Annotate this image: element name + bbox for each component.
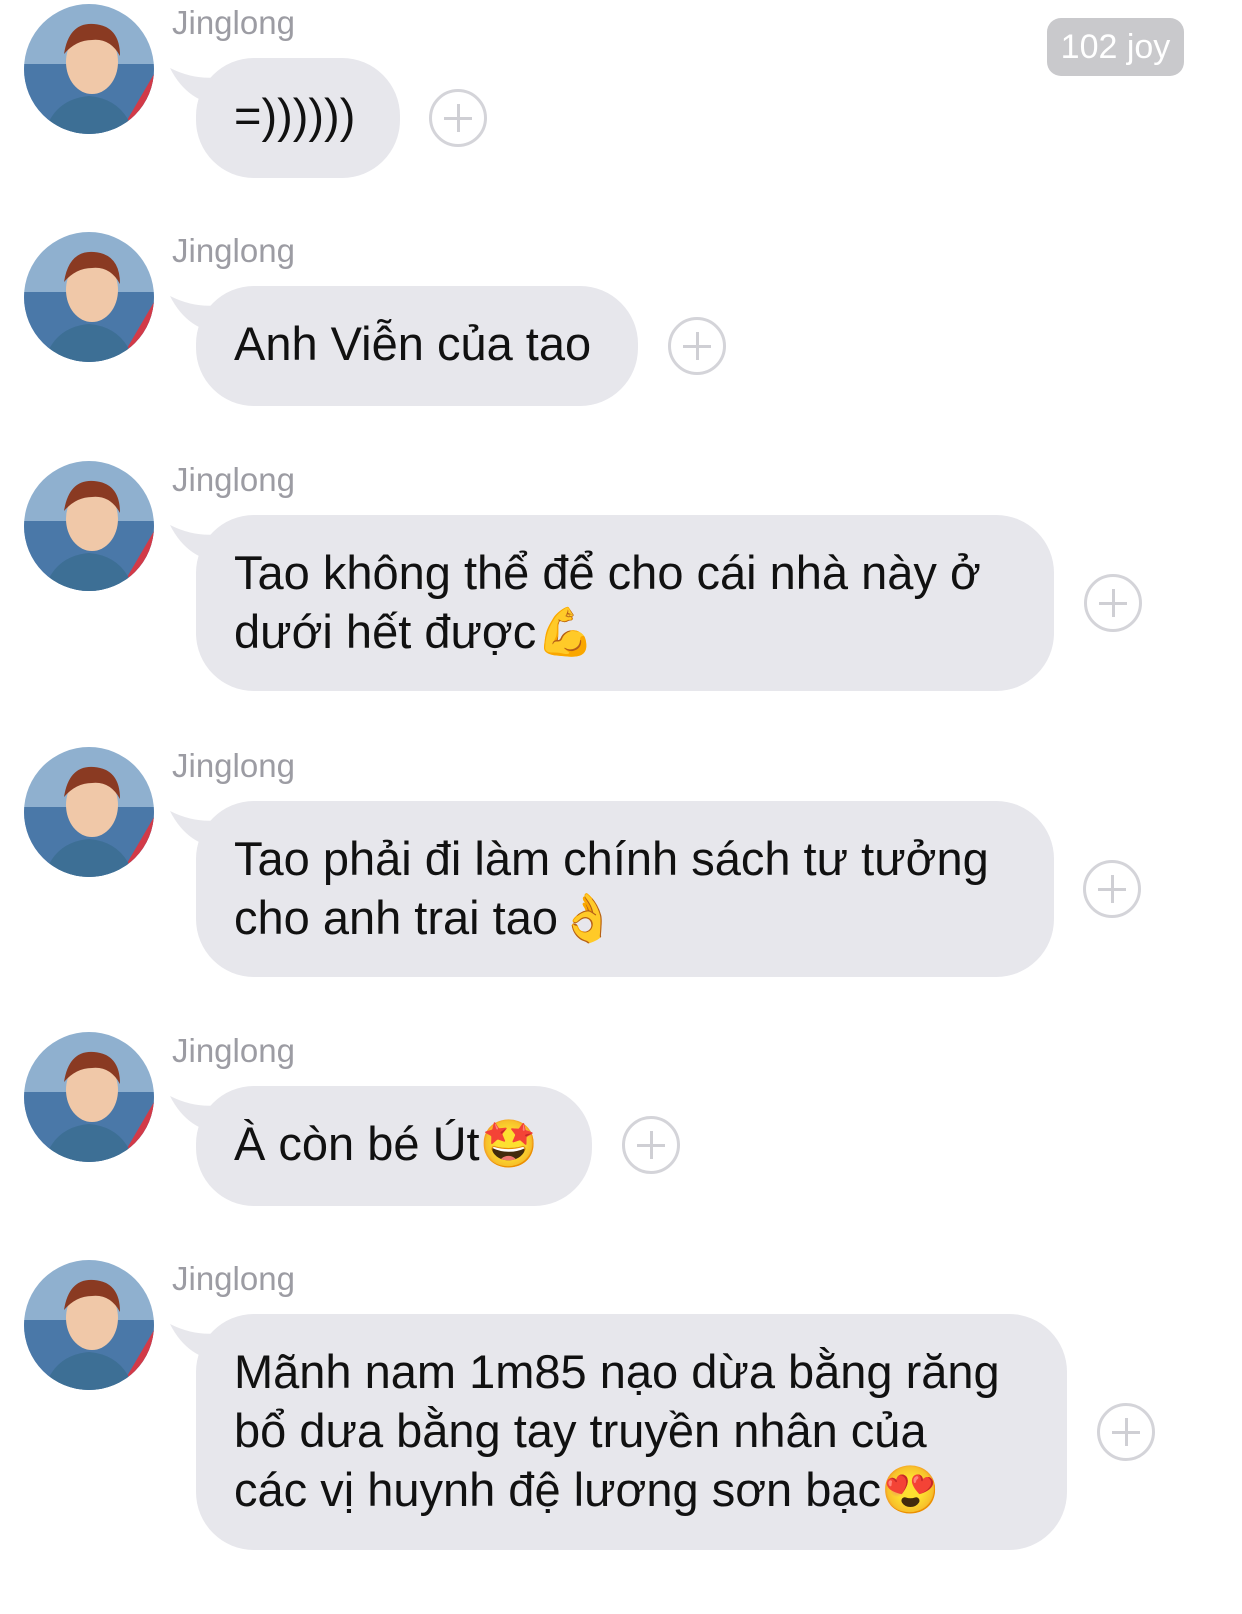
add-reaction-icon[interactable] [429,89,487,147]
sender-name: Jinglong [172,4,295,41]
avatar[interactable] [24,1032,154,1162]
message-bubble[interactable]: =)))))) [196,58,400,178]
add-reaction-icon[interactable] [622,1116,680,1174]
message-line: Tao không thể để cho cái nhà này ở [234,546,981,599]
avatar[interactable] [24,1260,154,1390]
message-line: Mãnh nam 1m85 nạo dừa bằng răng [234,1345,1000,1398]
message-line: =)))))) [234,89,356,142]
avatar[interactable] [24,4,154,134]
add-reaction-icon[interactable] [1083,860,1141,918]
message-row: Jinglong Tao phải đi làm chính sách tư t… [0,743,1242,993]
message-line: dưới hết được💪 [234,605,595,658]
message-row: Jinglong Tao không thể để cho cái nhà nà… [0,457,1242,707]
sender-name: Jinglong [172,461,295,498]
message-row: Jinglong À còn bé Út🤩 [0,1028,1242,1218]
add-reaction-icon[interactable] [1084,574,1142,632]
avatar[interactable] [24,747,154,877]
sender-name: Jinglong [172,232,295,269]
add-reaction-icon[interactable] [668,317,726,375]
sender-name: Jinglong [172,747,295,784]
sender-name: Jinglong [172,1032,295,1069]
message-bubble[interactable]: À còn bé Út🤩 [196,1086,592,1206]
message-line: À còn bé Út🤩 [234,1117,539,1170]
message-row: Jinglong Mãnh nam 1m85 nạo dừa bằng răng… [0,1256,1242,1614]
add-reaction-icon[interactable] [1097,1403,1155,1461]
message-bubble[interactable]: Mãnh nam 1m85 nạo dừa bằng răng bổ dưa b… [196,1314,1067,1550]
message-bubble[interactable]: Anh Viễn của tao [196,286,638,406]
sender-name: Jinglong [172,1260,295,1297]
avatar[interactable] [24,461,154,591]
message-line: Anh Viễn của tao [234,317,592,370]
message-row: Jinglong =)))))) [0,0,1242,190]
message-bubble[interactable]: Tao không thể để cho cái nhà này ở dưới … [196,515,1054,691]
message-line: các vị huynh đệ lương sơn bạc😍 [234,1463,940,1516]
message-bubble[interactable]: Tao phải đi làm chính sách tư tưởng cho … [196,801,1054,977]
message-line: bổ dưa bằng tay truyền nhân của [234,1404,927,1457]
message-line: cho anh trai tao👌 [234,891,617,944]
message-line: Tao phải đi làm chính sách tư tưởng [234,832,989,885]
message-row: Jinglong Anh Viễn của tao [0,228,1242,418]
avatar[interactable] [24,232,154,362]
